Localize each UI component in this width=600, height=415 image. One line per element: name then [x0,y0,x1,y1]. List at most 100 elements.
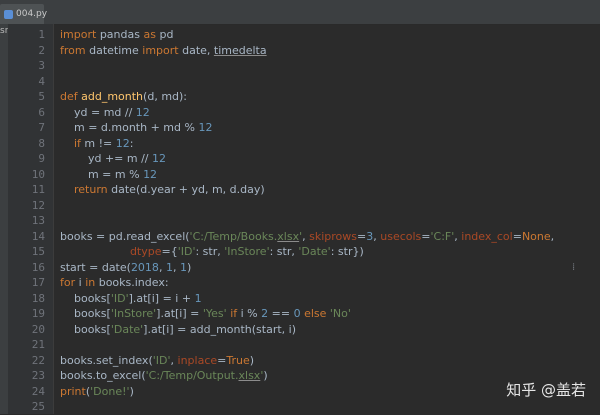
project-strip-label: src [0,26,8,36]
code-token: : str, [195,245,225,258]
code-token: 2018 [130,260,159,274]
line-number: 17 [31,276,45,289]
line-number: 12 [31,198,45,212]
line-number: 23 [31,369,45,382]
line-number: 6 [38,105,45,119]
code-token: 'ID' [177,245,196,258]
code-token: books.index: [95,276,169,289]
code-token: 0 [293,307,301,320]
project-tool-strip[interactable]: src [0,24,8,414]
line-number: 21 [31,338,45,351]
code-token: ) [186,260,192,274]
line-number: 11 [31,183,45,196]
code-token: m != [80,136,116,150]
code-token: books.set_index( [60,353,153,367]
file-tab[interactable]: 004.py [0,4,48,24]
code-token: m = d.month + md % [60,121,199,134]
code-token: : str, [269,245,299,258]
code-token: True [226,353,250,367]
code-token: start = date( [60,260,131,274]
code-line: if m != 12: [60,136,134,152]
code-token: None [521,229,551,243]
code-token: ={ [161,245,178,258]
code-token: 'Date' [298,245,331,258]
code-token: yd += m // [60,152,153,165]
code-token: 'C:/Temp/Books. [189,229,278,243]
code-token: in [85,276,96,289]
code-token: ].at[i] = [156,307,203,320]
code-token: import [60,28,97,41]
line-number: 3 [38,59,45,72]
code-token: for [60,276,76,289]
code-token: books = pd.read_excel( [60,229,190,243]
code-token: books[ [60,291,111,305]
code-token: 'C:/Temp/Output. [145,369,239,382]
line-number: 5 [38,90,45,103]
code-token: 'No' [329,307,351,320]
code-token: books.to_excel( [60,369,146,382]
code-token: i [75,276,86,289]
code-line: def add_month(d, md): [60,89,187,105]
line-number: 15 [31,245,45,258]
code-token: usecols [380,229,422,243]
code-token: else [304,307,327,320]
code-token: = [512,229,522,243]
code-token: books[ [60,307,111,320]
code-token: 12 [152,152,167,165]
code-token: skiprows [309,229,358,243]
code-token: dtype [129,245,162,258]
line-number: 24 [31,384,45,398]
code-editor[interactable]: import pandas as pd from datetime import … [60,24,600,414]
code-token: = [421,229,431,243]
code-line: yd = md // 12 [60,105,150,121]
code-token: 'ID' [110,291,129,305]
code-token: timedelta [213,43,267,57]
code-token: m = m % [60,167,144,181]
code-token: 'ID' [152,353,171,367]
code-token: ].at[i] = i + [128,291,195,305]
line-number: 10 [31,167,45,181]
code-token: 'C:F' [430,229,455,243]
code-line: yd += m // 12 [60,151,166,167]
code-line: books.to_excel('C:/Temp/Output.xlsx') [60,368,268,384]
code-token: ) [129,384,134,398]
line-number: 8 [38,136,45,150]
code-line: books = pd.read_excel('C:/Temp/Books.xls… [60,229,554,245]
code-token: 12 [115,136,130,150]
code-token: date(d.year + yd, m, d.day) [107,183,265,196]
code-token: 1 [165,260,173,274]
code-token: print [60,384,86,398]
code-token: = [357,229,367,243]
line-number: 4 [38,74,45,88]
code-line: for i in books.index: [60,275,169,291]
code-token: 1 [179,260,187,274]
code-token: 12 [143,167,158,181]
code-line: print('Done!') [60,384,134,400]
line-number: 25 [31,400,45,413]
code-token: , [158,260,166,274]
code-token: , [172,260,180,274]
code-token: 'Date' [110,322,144,336]
code-token: ].at[i] = add_month(start, i) [143,322,297,336]
code-token: xlsx [238,369,261,382]
line-number: 20 [31,322,45,336]
line-number: 1 [38,28,45,41]
code-token: from [60,43,86,57]
code-line: import pandas as pd [60,27,173,43]
code-line: books['InStore'].at[i] = 'Yes' if i % 2 … [60,306,351,322]
code-token: yd = md // [60,105,136,119]
code-token: 'InStore' [224,245,270,258]
code-token: def [60,90,82,103]
file-tab-label: 004.py [16,9,48,19]
code-token: 12 [198,121,213,134]
line-number: 22 [31,353,45,367]
code-line: books['Date'].at[i] = add_month(start, i… [60,322,296,338]
code-token: 12 [135,105,150,119]
code-token: == [268,307,294,320]
code-token: index_col [461,229,513,243]
code-line: m = d.month + md % 12 [60,120,212,136]
code-token: 'InStore' [110,307,157,320]
code-token: 'Yes' [202,307,227,320]
